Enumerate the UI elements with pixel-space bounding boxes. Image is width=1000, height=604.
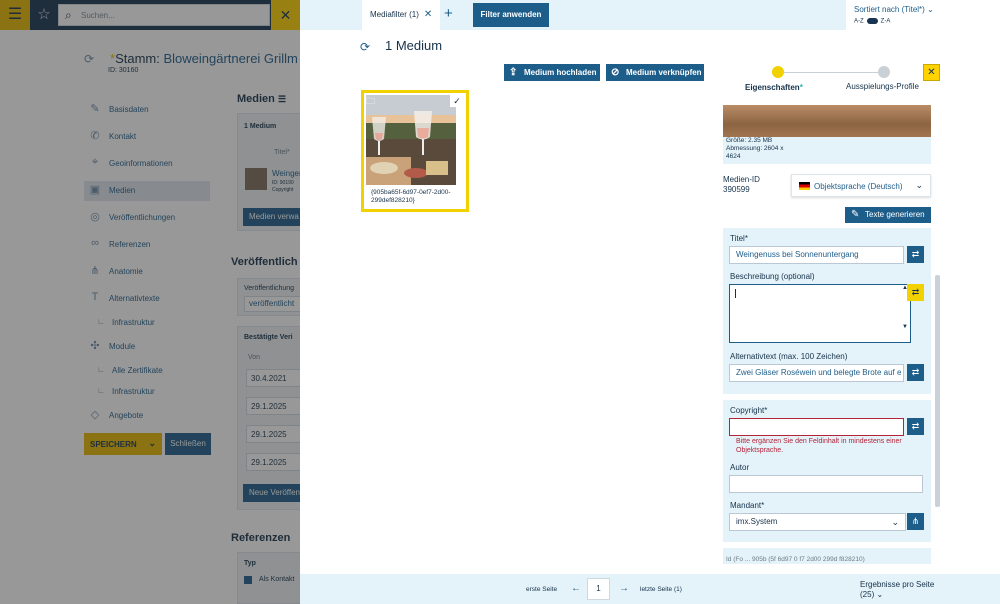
alt-text-input[interactable]: Zwei Gläser Roséwein und belegte Brote a… <box>729 364 904 382</box>
german-flag-icon <box>799 182 810 190</box>
chevron-down-icon: ⌄ <box>915 180 923 190</box>
pagination-footer: erste Seite ← 1 → letzte Seite (1) Ergeb… <box>300 574 1000 604</box>
result-count: 1 Medium <box>385 38 443 53</box>
upload-media-button[interactable]: ⇪ Medium hochladen <box>504 64 600 81</box>
author-label: Autor <box>730 463 750 472</box>
copyright-input[interactable] <box>729 418 904 436</box>
description-label: Beschreibung (optional) <box>730 272 815 281</box>
first-page-link[interactable]: erste Seite <box>526 586 557 593</box>
page-input[interactable]: 1 <box>587 578 610 600</box>
per-page-label: Ergebnisse pro Seite <box>860 580 935 589</box>
modal-backdrop[interactable] <box>0 0 300 604</box>
toggle-switch-icon[interactable] <box>866 18 878 24</box>
text-cursor <box>735 289 736 298</box>
apply-filter-button[interactable]: Filter anwenden <box>473 3 549 27</box>
mandant-select[interactable]: imx.System ⌄ <box>729 513 906 531</box>
generate-texts-button[interactable]: ✎ Texte generieren <box>845 207 931 223</box>
translate-icon[interactable]: ⇄ <box>907 364 924 381</box>
sort-toggle[interactable]: A-Z Z-A <box>854 18 890 25</box>
translate-icon[interactable]: ⇄ <box>907 284 924 301</box>
author-input[interactable] <box>729 475 923 493</box>
stepper-line <box>778 72 884 73</box>
chevron-down-icon: ⌄ <box>927 5 934 14</box>
media-thumbnail[interactable] <box>366 95 456 185</box>
cut-off-text: Id (Fo ... 905b (5f 6d97 0 f7 2d00 299d … <box>726 556 865 563</box>
sort-label: Sortiert nach (Titel*) ⌄ <box>854 5 934 14</box>
media-caption: {905ba65f-6d97-0ef7-2d00-299def828210} <box>371 189 451 204</box>
selected-check-icon[interactable]: ✓ <box>450 95 464 107</box>
per-page-select[interactable]: (25) ⌄ <box>860 590 883 599</box>
step-1-label[interactable]: Eigenschaften* <box>745 83 803 92</box>
media-picker-modal: Mediafilter (1) ✕ + Filter anwenden Sorti… <box>300 0 1000 604</box>
next-page-icon[interactable]: → <box>619 583 629 594</box>
wine-photo <box>366 95 456 185</box>
step-2-dot[interactable] <box>878 66 890 78</box>
language-select[interactable]: Objektsprache (Deutsch) ⌄ <box>791 174 931 197</box>
folder-icon: 🗀 <box>366 96 376 106</box>
pane-scrollbar[interactable] <box>935 275 940 507</box>
scroll-down-icon[interactable]: ▼ <box>902 324 908 330</box>
mandant-label: Mandant* <box>730 501 765 510</box>
media-tile[interactable]: 🗀 ✓ {905ba65f-6d97-0ef7-2d00-299def82821… <box>361 90 469 212</box>
copyright-error: Bitte ergänzen Sie den Feldinhalt in min… <box>736 438 902 454</box>
translate-icon[interactable]: ⇄ <box>907 418 924 435</box>
title-label: Titel* <box>730 234 748 243</box>
prev-page-icon[interactable]: ← <box>571 583 581 594</box>
image-meta: Größe: 2.35 MB Abmessung: 2604 x 4624 <box>723 137 931 164</box>
media-id: Medien-ID 390599 <box>723 175 760 194</box>
magic-wand-icon: ✎ <box>851 209 860 220</box>
description-textarea[interactable] <box>729 284 911 343</box>
close-tab-icon[interactable]: ✕ <box>424 9 432 20</box>
add-filter-icon[interactable]: + <box>444 5 453 22</box>
chevron-down-icon: ⌄ <box>891 517 899 527</box>
chevron-down-icon: ⌄ <box>876 590 884 599</box>
title-input[interactable]: Weingenuss bei Sonnenuntergang <box>729 246 904 264</box>
sort-control[interactable]: Sortiert nach (Titel*) ⌄ A-Z Z-A <box>846 0 1000 30</box>
step-1-dot[interactable] <box>772 66 784 78</box>
step-2-label[interactable]: Ausspielungs-Profile <box>846 82 919 91</box>
link-icon: ⊘ <box>611 67 620 78</box>
hierarchy-icon[interactable]: ⋔ <box>907 513 924 530</box>
modal-toolbar: Mediafilter (1) ✕ + Filter anwenden Sorti… <box>300 0 1000 30</box>
alt-text-label: Alternativtext (max. 100 Zeichen) <box>730 352 848 361</box>
close-pane-button[interactable]: ✕ <box>923 64 940 81</box>
upload-icon: ⇪ <box>509 67 518 78</box>
translate-icon[interactable]: ⇄ <box>907 246 924 263</box>
tab-mediafilter[interactable]: Mediafilter (1) ✕ <box>362 0 441 30</box>
link-media-button[interactable]: ⊘ Medium verknüpfen <box>606 64 704 81</box>
media-preview-image <box>723 105 931 137</box>
refresh-icon[interactable]: ⟳ <box>360 40 370 54</box>
last-page-link[interactable]: letzte Seite (1) <box>640 586 682 593</box>
copyright-label: Copyright* <box>730 406 768 415</box>
